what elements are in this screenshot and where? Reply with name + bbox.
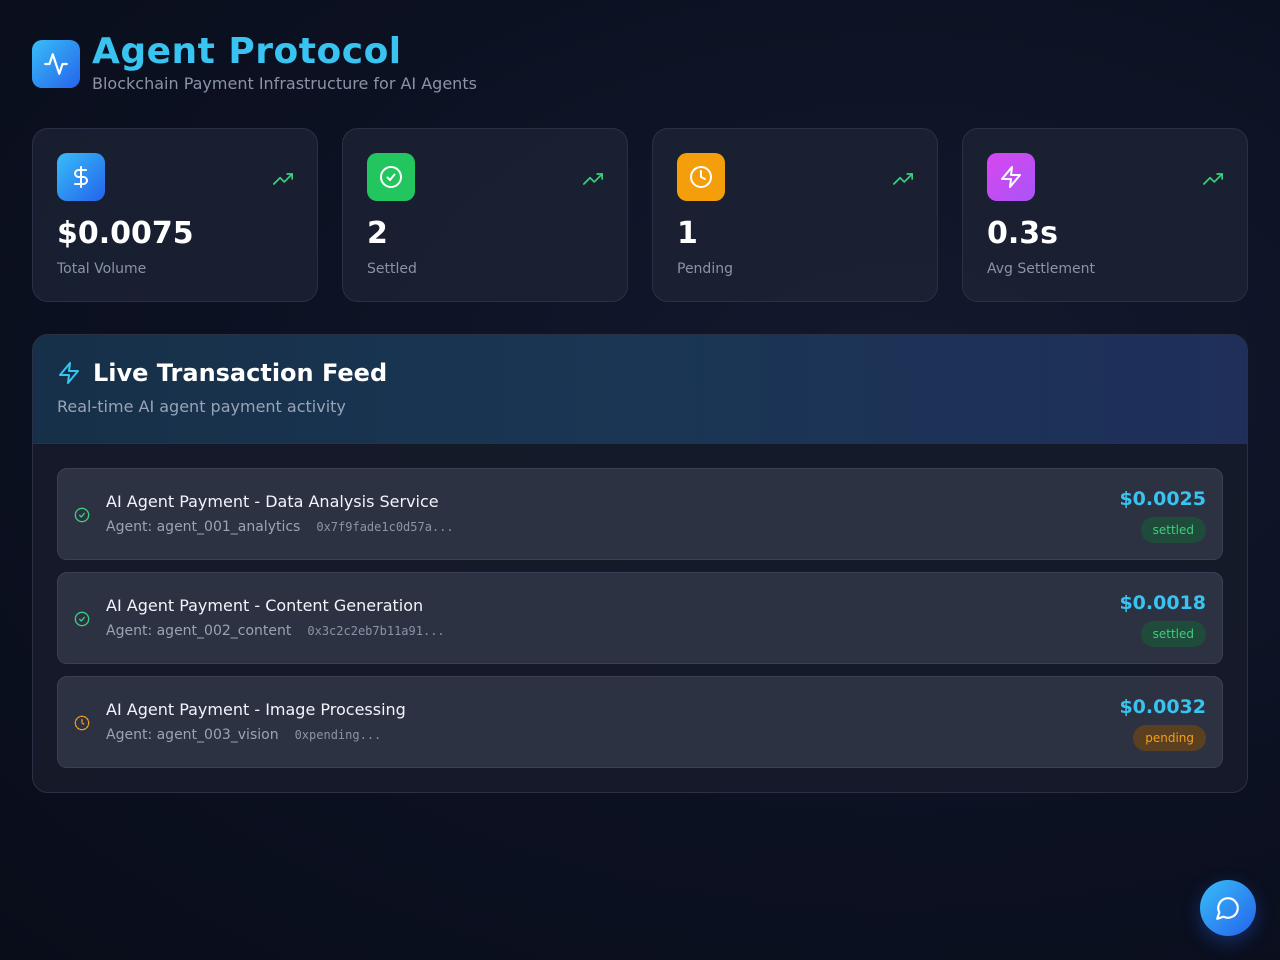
bolt-icon [1001,166,1021,188]
stat-icon-wrap [987,153,1035,201]
stat-icon-wrap [367,153,415,201]
stat-label: Total Volume [57,261,147,277]
transaction-hash[interactable]: 0x3c2c2eb7b11a91... [307,624,444,638]
stat-card-settled: 2 Settled [342,128,628,302]
transaction-amount: $0.0032 [1119,696,1206,718]
message-circle-icon [1216,897,1239,920]
transaction-feed-panel: Live Transaction Feed Real-time AI agent… [32,334,1248,793]
status-badge: settled [1140,517,1206,543]
stat-value: 0.3s [987,216,1059,251]
feed-header: Live Transaction Feed Real-time AI agent… [33,335,1247,444]
transaction-row[interactable]: AI Agent Payment - Image Processing Agen… [57,676,1223,768]
chat-button[interactable] [1200,880,1256,936]
transaction-agent: Agent: agent_003_vision [106,727,279,743]
app-title: Agent Protocol [92,31,402,72]
bolt-icon [59,362,79,384]
app-header: Agent Protocol Blockchain Payment Infras… [32,32,477,93]
transaction-list: AI Agent Payment - Data Analysis Service… [33,444,1247,792]
stat-icon-wrap [57,153,105,201]
transaction-title: AI Agent Payment - Data Analysis Service [106,492,439,511]
trending-up-icon [893,173,913,185]
stat-value: $0.0075 [57,216,194,251]
stat-value: 2 [367,216,388,251]
feed-title: Live Transaction Feed [93,359,388,387]
stat-label: Avg Settlement [987,261,1095,277]
trending-up-icon [273,173,293,185]
transaction-hash[interactable]: 0xpending... [295,728,382,742]
check-circle-icon [380,166,402,188]
transaction-title: AI Agent Payment - Image Processing [106,700,406,719]
clock-icon [74,715,90,731]
stat-label: Settled [367,261,417,277]
stat-label: Pending [677,261,733,277]
clock-icon [690,166,712,188]
stats-row: $0.0075 Total Volume 2 Settled 1 Pending [32,128,1248,302]
stat-card-total-volume: $0.0075 Total Volume [32,128,318,302]
stat-card-pending: 1 Pending [652,128,938,302]
activity-icon [44,53,68,75]
transaction-amount: $0.0018 [1119,592,1206,614]
trending-up-icon [1203,173,1223,185]
status-badge: settled [1140,621,1206,647]
app-subtitle: Blockchain Payment Infrastructure for AI… [92,74,477,93]
trending-up-icon [583,173,603,185]
stat-card-avg-settlement: 0.3s Avg Settlement [962,128,1248,302]
check-circle-icon [74,507,90,523]
transaction-agent: Agent: agent_001_analytics [106,519,301,535]
transaction-hash[interactable]: 0x7f9fade1c0d57a... [316,520,453,534]
check-circle-icon [74,611,90,627]
stat-icon-wrap [677,153,725,201]
transaction-title: AI Agent Payment - Content Generation [106,596,424,615]
status-badge: pending [1133,725,1206,751]
transaction-agent: Agent: agent_002_content [106,623,292,639]
feed-subtitle: Real-time AI agent payment activity [57,397,346,416]
transaction-row[interactable]: AI Agent Payment - Data Analysis Service… [57,468,1223,560]
stat-value: 1 [677,216,698,251]
transaction-amount: $0.0025 [1119,488,1206,510]
dollar-icon [74,166,88,188]
logo [32,40,80,88]
transaction-row[interactable]: AI Agent Payment - Content Generation Ag… [57,572,1223,664]
